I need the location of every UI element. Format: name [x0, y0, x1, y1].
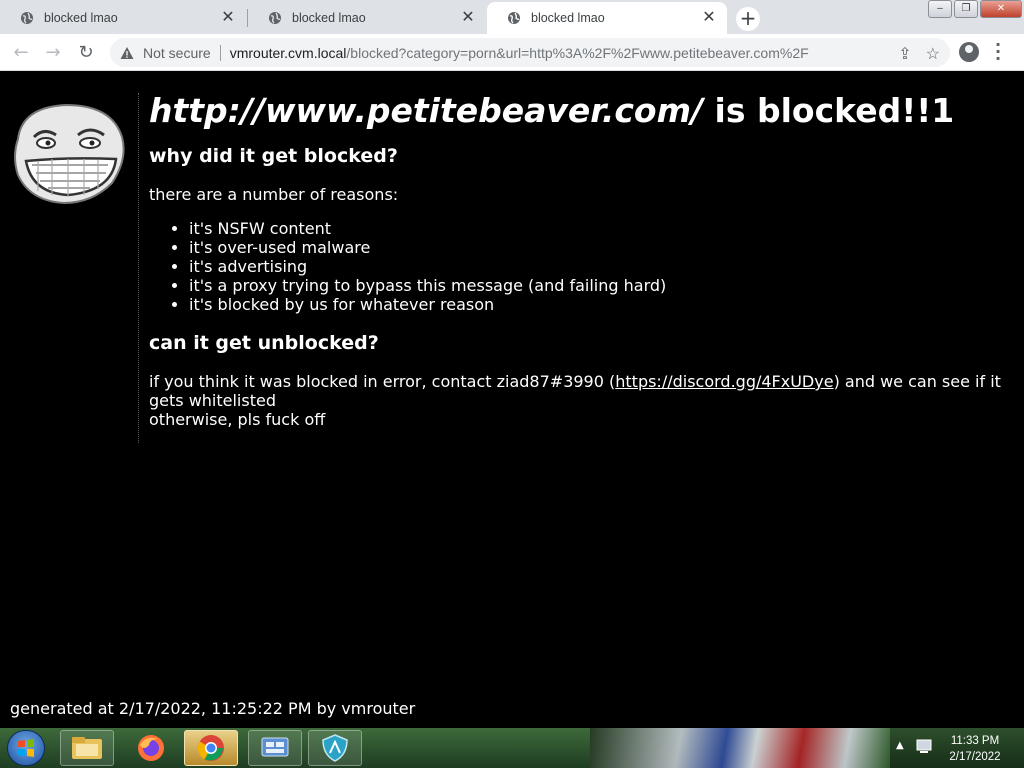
reload-icon[interactable]: ↻: [75, 42, 97, 64]
taskbar-clock[interactable]: 11:33 PM 2/17/2022: [940, 733, 1010, 765]
control-panel-icon: [261, 737, 289, 757]
chrome-icon: [197, 735, 224, 761]
list-item: it's over-used malware: [189, 238, 1019, 257]
tab-2[interactable]: blocked lmao ✕: [248, 2, 486, 34]
window-close-icon[interactable]: ✕: [980, 0, 1022, 18]
chrome-taskbar-button[interactable]: [184, 730, 238, 766]
tray-expand-icon[interactable]: ▲: [896, 740, 904, 751]
url-host: vmrouter.cvm.local: [229, 44, 347, 61]
forward-arrow-icon[interactable]: →: [42, 42, 64, 64]
dismissal-text: otherwise, pls fuck off: [149, 410, 326, 429]
clock-time: 11:33 PM: [950, 735, 1000, 747]
restore-icon[interactable]: ❐: [954, 0, 978, 18]
menu-kebab-icon[interactable]: · · ·: [995, 37, 1001, 67]
page-title: http://www.petitebeaver.com/ is blocked!…: [149, 89, 1019, 133]
folder-icon: [72, 737, 102, 759]
url-path: /blocked?category=porn&url=http%3A%2F%2F…: [346, 44, 809, 61]
start-button[interactable]: [7, 730, 45, 766]
tab-title: blocked lmao: [531, 11, 605, 25]
bookmark-star-icon[interactable]: ☆: [926, 44, 940, 64]
tab-title: blocked lmao: [44, 11, 118, 25]
windows-logo-icon: [18, 739, 34, 757]
profile-avatar-icon[interactable]: [959, 42, 979, 62]
shield-app-taskbar-button[interactable]: [308, 730, 362, 766]
clock-date: 2/17/2022: [949, 751, 1001, 763]
omnibox-separator: [219, 44, 221, 61]
file-explorer-taskbar-button[interactable]: [60, 730, 114, 766]
taskbar-wallpaper-strip: [590, 728, 890, 768]
why-heading: why did it get blocked?: [149, 145, 398, 167]
unblock-heading: can it get unblocked?: [149, 332, 379, 354]
trollface-image: [14, 103, 125, 205]
taskbar: ▲ 11:33 PM 2/17/2022: [0, 728, 1024, 768]
blocked-message: http://www.petitebeaver.com/ is blocked!…: [149, 89, 1019, 429]
tab-title: blocked lmao: [292, 11, 366, 25]
page-divider: [138, 93, 139, 443]
blocked-page: http://www.petitebeaver.com/ is blocked!…: [0, 71, 1024, 728]
list-item: it's NSFW content: [189, 219, 1019, 238]
new-tab-button[interactable]: +: [736, 7, 760, 31]
control-panel-taskbar-button[interactable]: [248, 730, 302, 766]
browser-toolbar: ← → ↻ Not secure vmrouter.cvm.local/bloc…: [0, 34, 1024, 71]
globe-icon: [269, 12, 281, 24]
network-icon[interactable]: [914, 738, 934, 756]
reasons-list: it's NSFW content it's over-used malware…: [189, 219, 1019, 314]
list-item: it's blocked by us for whatever reason: [189, 295, 1019, 314]
firefox-taskbar-button[interactable]: [124, 730, 178, 766]
omnibox-actions: ⇪ ☆: [898, 44, 940, 64]
list-item: it's advertising: [189, 257, 1019, 276]
reasons-intro: there are a number of reasons:: [149, 185, 399, 204]
tab-strip: blocked lmao ✕ blocked lmao ✕ blocked lm…: [0, 0, 1024, 34]
globe-icon: [21, 12, 33, 24]
close-tab-icon[interactable]: ✕: [460, 10, 476, 26]
generated-footer: generated at 2/17/2022, 11:25:22 PM by v…: [10, 699, 416, 718]
tab-3-active[interactable]: blocked lmao ✕: [487, 2, 727, 34]
globe-icon: [508, 12, 520, 24]
firefox-icon: [138, 735, 164, 761]
discord-link[interactable]: https://discord.gg/4FxUDye: [615, 372, 833, 391]
minimize-icon[interactable]: ‒: [928, 0, 952, 18]
back-arrow-icon[interactable]: ←: [10, 42, 32, 64]
window-controls: ‒ ❐ ✕: [928, 0, 1022, 18]
tab-1[interactable]: blocked lmao ✕: [0, 2, 246, 34]
security-label[interactable]: Not secure: [143, 45, 211, 61]
blocked-url: http://www.petitebeaver.com/: [149, 91, 704, 130]
list-item: it's a proxy trying to bypass this messa…: [189, 276, 1019, 295]
close-tab-icon[interactable]: ✕: [220, 10, 236, 26]
unblock-text: if you think it was blocked in error, co…: [149, 372, 1019, 429]
share-icon[interactable]: ⇪: [898, 44, 911, 64]
shield-icon: [322, 734, 348, 762]
close-tab-icon[interactable]: ✕: [701, 10, 717, 26]
blocked-suffix: is blocked!!1: [703, 91, 955, 130]
warning-triangle-icon: [120, 46, 134, 59]
address-bar[interactable]: Not secure vmrouter.cvm.local/blocked?ca…: [110, 38, 950, 67]
unblock-text-before: if you think it was blocked in error, co…: [149, 372, 616, 391]
